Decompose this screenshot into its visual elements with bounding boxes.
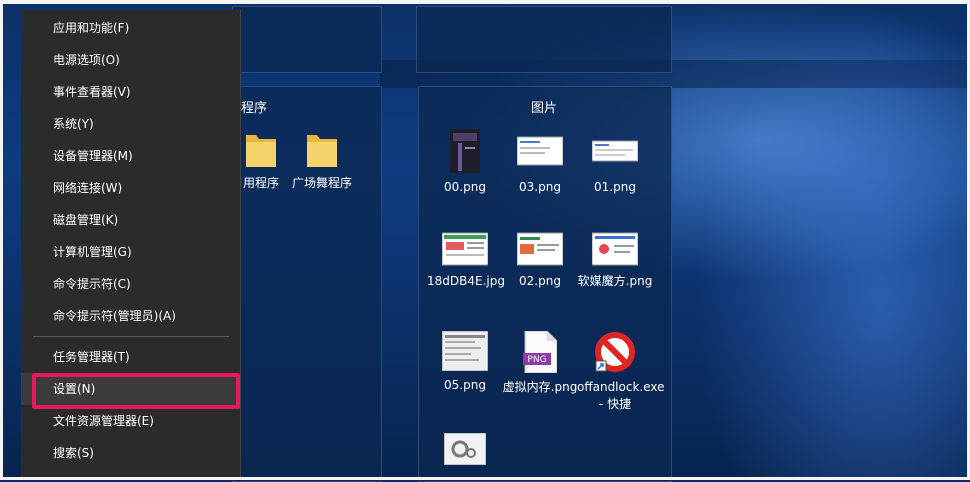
menu-item-computer-management[interactable]: 计算机管理(G): [21, 236, 240, 268]
menu-item-task-manager[interactable]: 任务管理器(T): [21, 341, 240, 373]
file-18ddb4e-jpg[interactable]: 18dDB4E.jpg: [427, 231, 505, 290]
menu-separator: [33, 336, 229, 337]
file-label: 18dDB4E.jpg: [427, 274, 505, 288]
folder-label: 用程序: [242, 176, 279, 190]
menu-item-device-manager[interactable]: 设备管理器(M): [21, 140, 240, 172]
top-right-group: [416, 6, 672, 73]
folder-icon: [307, 135, 337, 167]
menu-item-system[interactable]: 系统(Y): [21, 108, 240, 140]
image-thumbnail-icon: [517, 232, 563, 266]
file-ruanmei-mofang-png[interactable]: 软媒魔方.png: [577, 231, 653, 290]
menu-item-event-viewer[interactable]: 事件查看器(V): [21, 76, 240, 108]
file-label: 00.png: [444, 180, 486, 194]
menu-item-file-explorer[interactable]: 文件资源管理器(E): [21, 405, 240, 437]
file-02-png[interactable]: 02.png: [502, 231, 578, 290]
file-settings-thumbnail[interactable]: [427, 433, 503, 471]
menu-item-command-prompt[interactable]: 命令提示符(C): [21, 268, 240, 300]
file-label: offandlock.exe - 快捷: [577, 380, 665, 411]
file-label: 虚拟内存.png: [502, 380, 578, 394]
file-virtual-memory-png[interactable]: PNG 虚拟内存.png: [502, 331, 578, 396]
menu-item-disk-management[interactable]: 磁盘管理(K): [21, 204, 240, 236]
image-thumbnail-icon: [517, 136, 563, 166]
winx-context-menu: 应用和功能(F) 电源选项(O) 事件查看器(V) 系统(Y) 设备管理器(M)…: [21, 10, 241, 480]
file-label: 01.png: [594, 180, 636, 194]
menu-item-command-prompt-admin[interactable]: 命令提示符(管理员)(A): [21, 300, 240, 332]
file-03-png[interactable]: 03.png: [502, 129, 578, 196]
folder-icon: [246, 135, 276, 167]
folder-square-dance[interactable]: 广场舞程序: [284, 129, 360, 192]
top-left-group: [232, 6, 382, 73]
gear-icon: [444, 433, 486, 465]
menu-item-network-connections[interactable]: 网络连接(W): [21, 172, 240, 204]
file-label: 03.png: [519, 180, 561, 194]
no-entry-icon: [595, 332, 635, 372]
image-thumbnail-icon: [442, 232, 488, 266]
menu-item-search[interactable]: 搜索(S): [21, 437, 240, 469]
menu-item-apps-features[interactable]: 应用和功能(F): [21, 12, 240, 44]
file-01-png[interactable]: 01.png: [577, 129, 653, 196]
image-thumbnail-icon: [450, 129, 480, 173]
png-badge: PNG: [527, 355, 546, 365]
file-label: 软媒魔方.png: [577, 274, 653, 288]
file-label: 02.png: [519, 274, 561, 288]
programs-group-title: 程序: [241, 101, 268, 116]
image-thumbnail-icon: [592, 140, 638, 162]
png-file-icon: PNG: [523, 331, 557, 373]
file-label: 05.png: [444, 378, 486, 392]
file-05-png[interactable]: 05.png: [427, 331, 503, 394]
file-offandlock-shortcut[interactable]: offandlock.exe - 快捷: [577, 331, 665, 413]
folder-label: 广场舞程序: [291, 176, 352, 190]
programs-group: 程序 用程序 广场舞程序: [232, 86, 382, 482]
file-00-png[interactable]: 00.png: [427, 129, 503, 196]
settings-highlight-box: [32, 373, 240, 409]
pictures-group: 图片 00.png 03.png 01.png 18dDB4E.jpg 02.p…: [418, 86, 672, 482]
menu-item-power-options[interactable]: 电源选项(O): [21, 44, 240, 76]
image-thumbnail-icon: [592, 232, 638, 266]
pictures-group-title: 图片: [531, 101, 558, 116]
image-thumbnail-icon: [442, 331, 488, 371]
